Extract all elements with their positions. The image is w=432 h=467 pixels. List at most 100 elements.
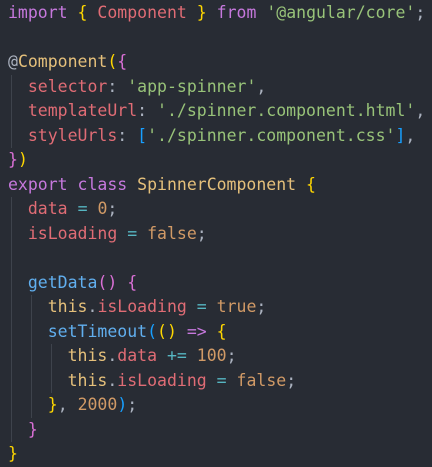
- code-line[interactable]: }: [0, 417, 432, 442]
- code-token-bracket-violet: {: [127, 272, 138, 292]
- code-token-bracket-blue: [: [137, 125, 148, 145]
- code-token-punctuation: [137, 224, 147, 243]
- code-token-bracket-violet: }: [8, 150, 18, 169]
- code-token-function: setTimeout: [47, 321, 148, 341]
- code-token-bracket-violet: (: [97, 272, 108, 292]
- code-token-bracket-blue: ): [117, 395, 128, 414]
- code-line[interactable]: templateUrl: './spinner.component.html',: [0, 99, 432, 124]
- indent-guide: [31, 344, 32, 369]
- code-line[interactable]: styleUrls: ['./spinner.component.css'],: [0, 123, 432, 148]
- indent-guide: [11, 197, 12, 222]
- code-token-keyword: export: [8, 174, 68, 194]
- code-token-punctuation: ;: [415, 3, 426, 22]
- code-token-punctuation: ,: [256, 76, 267, 96]
- indent-guide: [31, 393, 32, 418]
- indent-guide: [11, 74, 12, 99]
- indent-guide: [11, 295, 12, 320]
- code-line[interactable]: getData() {: [0, 270, 432, 295]
- code-token-property: data: [117, 346, 158, 365]
- code-token-bracket-blue: ]: [395, 125, 406, 145]
- code-token-bracket-gold: {: [77, 3, 88, 22]
- code-token-number: 2000: [77, 395, 118, 414]
- code-line[interactable]: [0, 26, 432, 51]
- code-line[interactable]: data = 0;: [0, 197, 432, 222]
- code-token-number: 100: [196, 346, 227, 365]
- code-token-punctuation: @: [8, 52, 18, 71]
- code-token-punctuation: :: [137, 101, 158, 120]
- code-token-operator: =: [216, 370, 227, 390]
- code-editor[interactable]: import { Component } from '@angular/core…: [0, 0, 432, 466]
- code-token-punctuation: [207, 322, 217, 341]
- code-token-punctuation: :: [117, 125, 138, 145]
- code-token-punctuation: ;: [256, 297, 267, 316]
- code-token-property: Component: [97, 3, 187, 22]
- code-token-punctuation: ;: [286, 370, 297, 390]
- code-line[interactable]: import { Component } from '@angular/core…: [0, 1, 432, 26]
- code-token-class-name: Component: [17, 52, 108, 71]
- code-line[interactable]: }, 2000);: [0, 393, 432, 418]
- indent-guide: [11, 270, 12, 295]
- code-token-number: false: [236, 370, 287, 390]
- code-line[interactable]: }): [0, 148, 432, 173]
- code-token-punctuation: ;: [196, 223, 207, 243]
- code-token-property: templateUrl: [27, 101, 138, 120]
- code-line[interactable]: isLoading = false;: [0, 221, 432, 246]
- code-token-punctuation: ,: [415, 101, 426, 120]
- code-token-punctuation: [187, 346, 197, 365]
- code-token-punctuation: ;: [127, 395, 138, 414]
- indent-guide: [31, 295, 32, 320]
- code-token-punctuation: [177, 322, 187, 341]
- code-token-bracket-gold: {: [216, 321, 227, 341]
- indent-guide: [11, 368, 12, 393]
- code-line[interactable]: [0, 246, 432, 271]
- code-token-bracket-violet: {: [117, 52, 128, 71]
- code-token-punctuation: [68, 175, 78, 194]
- indent-guide: [51, 344, 52, 369]
- code-token-string: '@angular/core': [266, 3, 416, 22]
- code-token-class-name: this: [47, 297, 88, 316]
- indent-guide: [51, 368, 52, 393]
- code-token-class-name: this: [67, 370, 108, 390]
- code-token-keyword: from: [216, 3, 257, 22]
- code-token-punctuation: [87, 3, 97, 22]
- code-line[interactable]: this.data += 100;: [0, 344, 432, 369]
- code-line[interactable]: setTimeout(() => {: [0, 319, 432, 344]
- indent-guide: [11, 221, 12, 246]
- code-token-operator: =: [77, 199, 88, 218]
- code-line[interactable]: }: [0, 442, 432, 467]
- code-token-punctuation: [117, 273, 127, 292]
- code-token-bracket-gold: ): [166, 321, 177, 341]
- code-token-punctuation: .: [87, 297, 98, 316]
- code-token-punctuation: [187, 3, 197, 22]
- code-token-bracket-gold: ): [17, 150, 28, 169]
- code-token-property: selector: [27, 76, 108, 96]
- code-line[interactable]: this.isLoading = true;: [0, 295, 432, 320]
- code-token-class-name: this: [67, 346, 108, 365]
- code-token-property: styleUrls: [27, 125, 118, 145]
- code-token-punctuation: [157, 346, 167, 365]
- code-token-number: true: [216, 297, 257, 316]
- code-line[interactable]: @Component({: [0, 50, 432, 75]
- code-token-punctuation: [207, 3, 217, 22]
- code-token-keyword: import: [8, 3, 68, 22]
- code-token-punctuation: [227, 371, 237, 390]
- indent-guide: [11, 319, 12, 344]
- code-token-punctuation: [256, 3, 266, 22]
- code-token-operator: +=: [166, 346, 187, 365]
- indent-guide: [11, 246, 12, 271]
- code-token-punctuation: [68, 3, 78, 22]
- code-line[interactable]: this.isLoading = false;: [0, 368, 432, 393]
- code-line[interactable]: selector: 'app-spinner',: [0, 74, 432, 99]
- code-line[interactable]: export class SpinnerComponent {: [0, 173, 432, 198]
- code-token-string: 'app-spinner': [127, 76, 257, 96]
- code-token-string: './spinner.component.css': [147, 125, 396, 145]
- code-token-number: 0: [97, 199, 108, 218]
- code-token-bracket-gold: (: [107, 52, 118, 71]
- code-token-punctuation: :: [107, 76, 128, 96]
- code-token-punctuation: [296, 175, 306, 194]
- code-token-punctuation: .: [107, 346, 118, 365]
